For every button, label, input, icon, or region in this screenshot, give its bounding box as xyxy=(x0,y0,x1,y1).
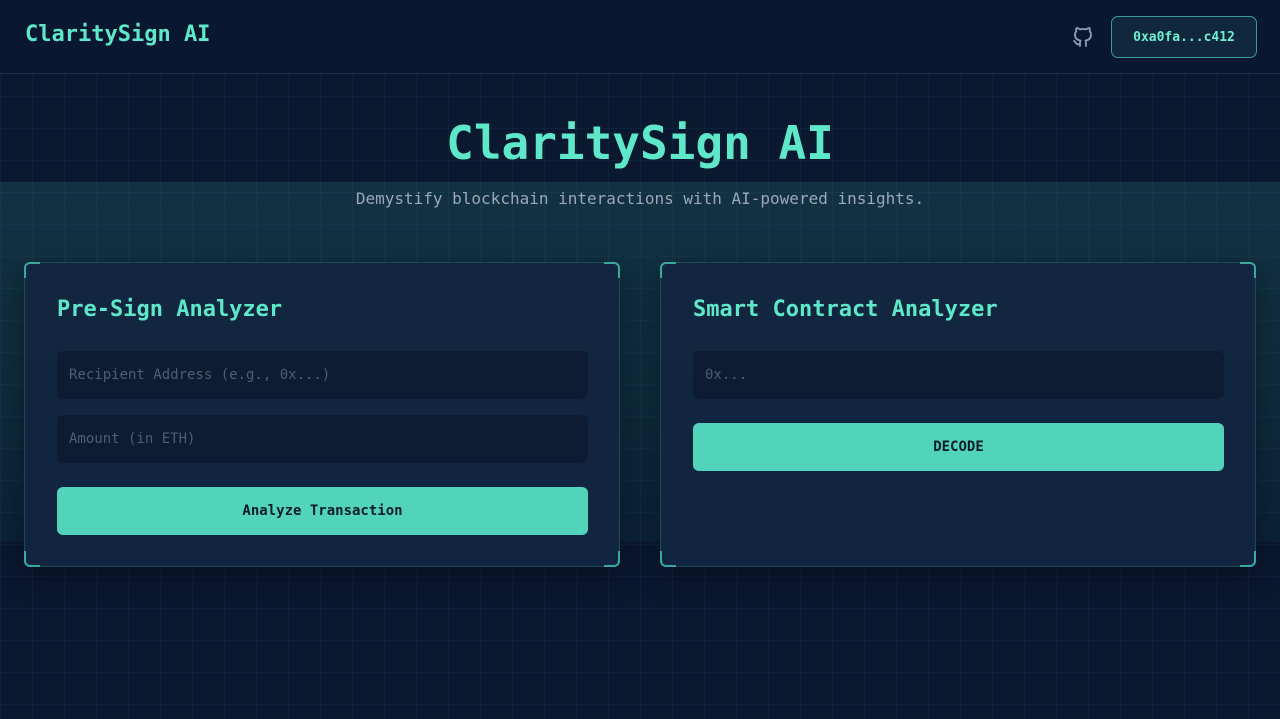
wallet-address-button[interactable]: 0xa0fa...c412 xyxy=(1111,16,1257,58)
corner-accent xyxy=(660,262,676,278)
decode-button[interactable]: DECODE xyxy=(693,423,1224,471)
recipient-address-input[interactable] xyxy=(57,351,588,399)
corner-accent xyxy=(604,262,620,278)
hero-title: ClaritySign AI xyxy=(446,116,834,170)
card-title: Pre-Sign Analyzer xyxy=(57,297,283,322)
corner-accent xyxy=(660,551,676,567)
analyze-transaction-button[interactable]: Analyze Transaction xyxy=(57,487,588,535)
top-nav: ClaritySign AI 0xa0fa...c412 xyxy=(0,0,1280,74)
github-icon[interactable] xyxy=(1071,25,1095,49)
card-title: Smart Contract Analyzer xyxy=(693,297,998,322)
amount-input[interactable] xyxy=(57,415,588,463)
hero-subtitle: Demystify blockchain interactions with A… xyxy=(355,189,925,208)
smart-contract-analyzer-card: Smart Contract Analyzer DECODE xyxy=(660,262,1256,567)
brand-logo[interactable]: ClaritySign AI xyxy=(25,22,210,47)
pre-sign-analyzer-card: Pre-Sign Analyzer Analyze Transaction xyxy=(24,262,620,567)
corner-accent xyxy=(1240,262,1256,278)
corner-accent xyxy=(1240,551,1256,567)
contract-address-input[interactable] xyxy=(693,351,1224,399)
corner-accent xyxy=(24,551,40,567)
corner-accent xyxy=(24,262,40,278)
corner-accent xyxy=(604,551,620,567)
